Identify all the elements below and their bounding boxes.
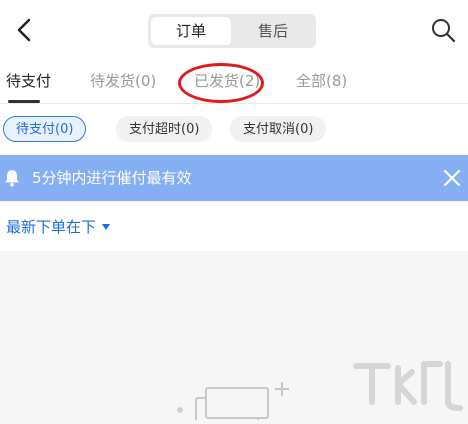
- filter-chips: 待支付(0) 支付超时(0) 支付取消(0): [0, 104, 468, 154]
- tab-pending-shipment[interactable]: 待发货(0): [90, 60, 156, 103]
- search-icon[interactable]: [430, 17, 456, 43]
- empty-state-illustration: [172, 380, 292, 424]
- top-bar: 订单 售后: [0, 0, 468, 60]
- bell-icon: [4, 169, 20, 187]
- order-aftersale-switch: 订单 售后: [148, 14, 316, 48]
- segment-orders[interactable]: 订单: [151, 17, 231, 45]
- chip-payment-timeout[interactable]: 支付超时(0): [116, 116, 213, 142]
- tab-shipped[interactable]: 已发货(2): [194, 60, 260, 103]
- chip-payment-cancelled[interactable]: 支付取消(0): [230, 116, 327, 142]
- sort-dropdown[interactable]: 最新下单在下: [6, 203, 96, 251]
- sort-bar: 最新下单在下: [0, 203, 468, 251]
- tab-all[interactable]: 全部(8): [296, 60, 347, 103]
- back-arrow-icon[interactable]: [10, 16, 38, 44]
- close-icon[interactable]: [442, 168, 462, 188]
- dropdown-arrow-icon[interactable]: [102, 224, 110, 230]
- watermark-logo: [348, 358, 468, 413]
- active-tab-indicator: [8, 100, 40, 103]
- reminder-banner: 5分钟内进行催付最有效: [0, 155, 468, 201]
- banner-text: 5分钟内进行催付最有效: [32, 169, 192, 187]
- tab-pending-payment[interactable]: 待支付: [6, 60, 51, 103]
- chip-pending-payment[interactable]: 待支付(0): [3, 116, 87, 142]
- status-tabs: 待支付 待发货(0) 已发货(2) 全部(8): [0, 60, 468, 152]
- segment-after-sales[interactable]: 售后: [233, 17, 313, 45]
